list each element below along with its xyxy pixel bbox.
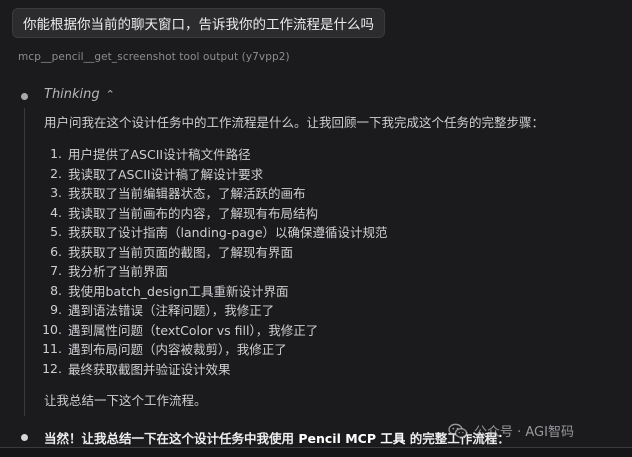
step-number: 11. xyxy=(42,341,62,357)
tool-output-label[interactable]: mcp__pencil__get_screenshot tool output … xyxy=(18,51,290,63)
step-text: 遇到属性问题（textColor vs fill），我修正了 xyxy=(68,322,319,338)
list-item: 8. 我使用batch_design工具重新设计界面 xyxy=(36,281,388,301)
step-number: 2. xyxy=(50,165,62,181)
step-text: 我读取了当前画布的内容，了解现有布局结构 xyxy=(68,205,319,221)
thinking-outro: 让我总结一下这个工作流程。 xyxy=(44,393,207,408)
answer-prefix: 当然！让我总结一下在这个设计任务中我使用 xyxy=(44,431,299,446)
list-item: 10. 遇到属性问题（textColor vs fill），我修正了 xyxy=(36,320,388,340)
divider xyxy=(0,447,632,448)
step-text: 我获取了当前编辑器状态，了解活跃的画布 xyxy=(68,186,306,202)
answer-bullet-icon xyxy=(21,434,28,441)
list-item: 1. 用户提供了ASCII设计稿文件路径 xyxy=(36,144,388,164)
list-item: 2. 我读取了ASCII设计稿了解设计要求 xyxy=(36,164,388,184)
wechat-icon xyxy=(448,423,468,438)
list-item: 11. 遇到布局问题（内容被裁剪），我修正了 xyxy=(36,339,388,359)
thinking-intro: 用户问我在这个设计任务中的工作流程是什么。让我回顾一下我完成这个任务的完整步骤： xyxy=(44,115,545,130)
step-number: 9. xyxy=(50,302,62,318)
workflow-steps-list: 1. 用户提供了ASCII设计稿文件路径 2. 我读取了ASCII设计稿了解设计要求… xyxy=(36,144,388,379)
assistant-answer: 当然！让我总结一下在这个设计任务中我使用 Pencil MCP 工具 的完整工作… xyxy=(44,428,510,447)
chat-window: 你能根据你当前的聊天窗口，告诉我你的工作流程是什么吗 mcp__pencil__… xyxy=(0,0,632,457)
step-text: 遇到布局问题（内容被裁剪），我修正了 xyxy=(68,342,287,358)
step-text: 遇到语法错误（注释问题），我修正了 xyxy=(68,303,275,319)
chevron-up-icon[interactable]: ⌃ xyxy=(106,88,115,101)
step-number: 10. xyxy=(42,321,62,337)
answer-emphasis: Pencil MCP 工具 xyxy=(298,431,406,446)
step-text: 我获取了当前页面的截图，了解现有界面 xyxy=(68,244,294,260)
step-number: 4. xyxy=(50,204,62,220)
list-item: 12. 最终获取截图并验证设计效果 xyxy=(36,359,388,379)
user-message-text: 你能根据你当前的聊天窗口，告诉我你的工作流程是什么吗 xyxy=(23,17,374,33)
step-number: 12. xyxy=(42,360,62,376)
step-number: 6. xyxy=(50,243,62,259)
list-item: 7. 我分析了当前界面 xyxy=(36,261,388,281)
step-text: 我获取了设计指南（landing-page）以确保遵循设计规范 xyxy=(68,225,388,241)
input-area-edge xyxy=(0,447,632,457)
thinking-label: Thinking xyxy=(44,87,100,102)
step-number: 5. xyxy=(50,224,62,240)
step-text: 最终获取截图并验证设计效果 xyxy=(68,361,231,377)
list-item: 4. 我读取了当前画布的内容，了解现有布局结构 xyxy=(36,203,388,223)
list-item: 5. 我获取了设计指南（landing-page）以确保遵循设计规范 xyxy=(36,222,388,242)
step-number: 3. xyxy=(50,185,62,201)
watermark-text: 公众号 · AGI智码 xyxy=(474,425,574,440)
step-text: 用户提供了ASCII设计稿文件路径 xyxy=(68,147,251,163)
step-number: 7. xyxy=(50,263,62,279)
list-item: 9. 遇到语法错误（注释问题），我修正了 xyxy=(36,300,388,320)
watermark: 公众号 · AGI智码 xyxy=(448,421,574,440)
step-text: 我分析了当前界面 xyxy=(68,264,169,280)
list-item: 6. 我获取了当前页面的截图，了解现有界面 xyxy=(36,242,388,262)
thinking-divider xyxy=(24,108,25,416)
step-text: 我读取了ASCII设计稿了解设计要求 xyxy=(68,166,264,182)
user-message-bubble: 你能根据你当前的聊天窗口，告诉我你的工作流程是什么吗 xyxy=(12,8,385,38)
step-number: 1. xyxy=(50,146,62,162)
list-item: 3. 我获取了当前编辑器状态，了解活跃的画布 xyxy=(36,183,388,203)
step-number: 8. xyxy=(50,282,62,298)
thinking-bullet-icon xyxy=(21,93,28,100)
step-text: 我使用batch_design工具重新设计界面 xyxy=(68,283,289,299)
thinking-toggle[interactable]: Thinking ⌃ xyxy=(44,87,115,102)
